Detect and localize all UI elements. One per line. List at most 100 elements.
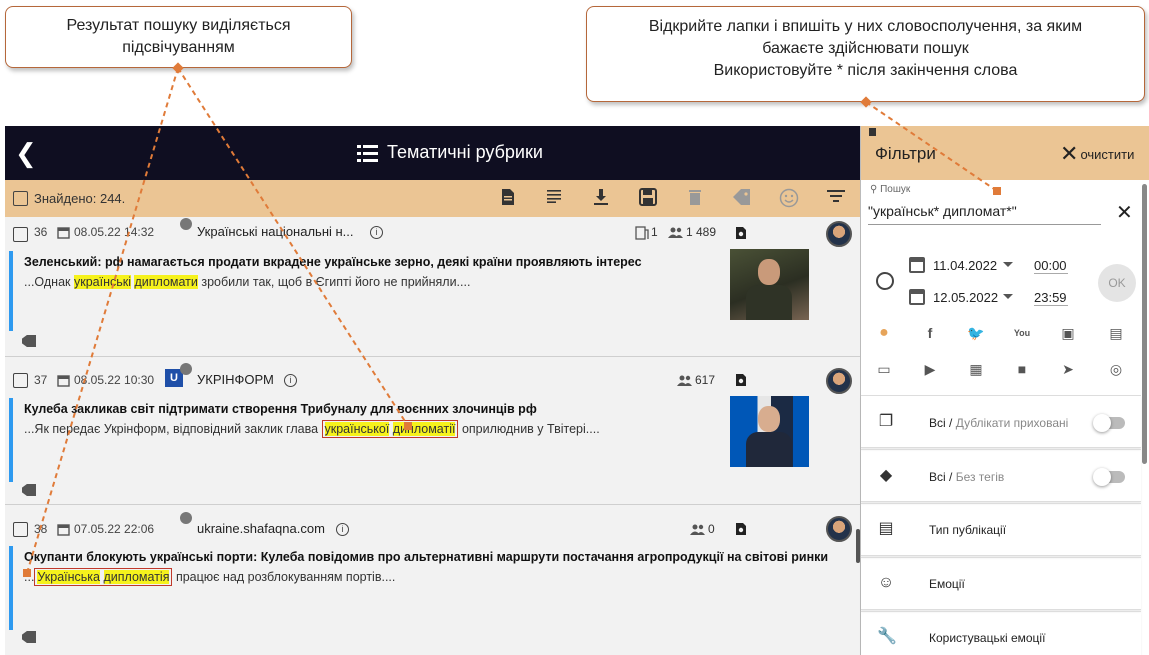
readers-count: 1 489 (686, 225, 717, 239)
history-icon[interactable] (876, 272, 894, 290)
emotion-icon[interactable] (778, 188, 800, 210)
save-icon[interactable] (637, 188, 659, 210)
youtube-icon[interactable]: You (1013, 324, 1031, 342)
tags-filter[interactable]: ◆ Всі / Без тегів (861, 449, 1141, 502)
item-checkbox[interactable] (13, 522, 28, 537)
custom-emotions-filter[interactable]: 🔧 Користувацькі емоції (861, 611, 1141, 655)
readers-icon (668, 227, 683, 238)
tags-toggle[interactable] (1093, 468, 1125, 486)
facebook-icon[interactable]: f (921, 324, 939, 342)
web-icon[interactable]: ● (875, 324, 893, 342)
tag-icon[interactable] (731, 188, 753, 210)
sort-icon[interactable] (825, 188, 847, 210)
item-date: 08.05.22 10:30 (74, 373, 155, 387)
search-highlight: Українська (37, 570, 101, 584)
person-card-icon[interactable]: ▣ (1059, 324, 1077, 342)
clear-filters-button[interactable]: ✕ очистити (1060, 141, 1134, 167)
avatar[interactable] (826, 221, 852, 247)
callout-search-note: Відкрийте лапки і впишіть у них словоспо… (586, 6, 1145, 102)
preview-icon[interactable] (735, 373, 747, 387)
chevron-down-icon[interactable] (1003, 262, 1013, 267)
back-button[interactable]: ❮ (15, 138, 41, 168)
emotions-filter[interactable]: ☺ Емоції (861, 557, 1141, 610)
readers-icon (677, 375, 692, 386)
item-checkbox[interactable] (13, 373, 28, 388)
info-icon[interactable]: i (284, 374, 297, 387)
item-source[interactable]: ukraine.shafaqna.com (197, 521, 325, 536)
date-from[interactable]: 11.04.2022 (933, 258, 997, 273)
info-icon[interactable]: i (370, 226, 383, 239)
filters-scrollbar[interactable] (1142, 184, 1147, 464)
article-thumbnail[interactable] (730, 249, 809, 320)
relevance-bar (9, 546, 13, 630)
highlight-frame: української дипломатії (321, 420, 459, 438)
callout-text: бажаєте здійснювати пошук (762, 40, 969, 57)
globe-icon (180, 363, 192, 375)
radio-icon[interactable]: ▦ (967, 360, 985, 378)
chevron-down-icon[interactable] (1003, 294, 1013, 299)
wrench-icon: 🔧 (877, 628, 897, 645)
calendar-icon (909, 257, 925, 273)
callout-text: підсвічуванням (122, 39, 235, 56)
forum-icon[interactable]: ■ (1013, 360, 1031, 378)
list-item[interactable]: 37 08.05.22 10:30 U УКРІНФОРМ i 617 Куле… (5, 358, 860, 505)
text-lines-icon[interactable] (544, 188, 566, 210)
duplicates-toggle[interactable] (1093, 414, 1125, 432)
duplicates-filter[interactable]: ❐ Всі / Дублікати приховані (861, 395, 1141, 448)
article-headline[interactable]: Кулеба закликав світ підтримати створенн… (24, 402, 537, 416)
tag-icon[interactable] (22, 631, 36, 643)
time-to[interactable]: 23:59 (1034, 290, 1068, 306)
ok-button[interactable]: OK (1098, 264, 1136, 302)
tag-icon[interactable] (22, 335, 36, 347)
tag-icon[interactable] (22, 484, 36, 496)
preview-icon[interactable] (735, 226, 747, 240)
duplicates-label: Всі / Дублікати приховані (929, 416, 1069, 430)
document-icon[interactable] (497, 188, 519, 210)
publication-type-filter[interactable]: ▤ Тип публікації (861, 503, 1141, 556)
delete-icon[interactable] (684, 188, 706, 210)
info-icon[interactable]: i (336, 523, 349, 536)
duplicates-icon (635, 226, 649, 240)
item-date: 08.05.22 14:32 (74, 225, 155, 239)
search-input[interactable]: "українськ* дипломат*" (868, 203, 1101, 225)
app-window: ❮ Тематичні рубрики Знайдено: 244. 36 08… (5, 126, 1149, 655)
list-item[interactable]: 36 08.05.22 14:32 Українські національні… (5, 217, 860, 357)
time-from[interactable]: 00:00 (1034, 258, 1068, 274)
clear-search-icon[interactable]: ✕ (1116, 200, 1133, 225)
filters-title: Фільтри (875, 144, 936, 163)
download-icon[interactable] (590, 188, 612, 210)
emotion-icon: ☺ (877, 574, 895, 591)
avatar[interactable] (826, 368, 852, 394)
search-highlight: дипломатія (103, 570, 170, 584)
pin-icon[interactable] (869, 128, 876, 136)
comment-icon[interactable]: ▭ (875, 360, 893, 378)
select-all-checkbox[interactable] (13, 191, 28, 206)
tv-icon[interactable]: ▶ (921, 360, 939, 378)
callout-text: Результат пошуку виділяється (66, 17, 291, 34)
search-label: ⚲ Пошук (870, 184, 911, 195)
date-to[interactable]: 12.05.2022 (933, 290, 998, 305)
item-source[interactable]: УКРІНФОРМ (197, 372, 274, 387)
instagram-icon[interactable]: ◎ (1107, 360, 1125, 378)
item-checkbox[interactable] (13, 227, 28, 242)
article-thumbnail[interactable] (730, 396, 809, 467)
relevance-bar (9, 251, 13, 331)
duplicates-icon: ❐ (878, 413, 894, 430)
newspaper-icon[interactable]: ▤ (1107, 324, 1125, 342)
search-icon: ⚲ (870, 184, 878, 195)
relevance-bar (9, 398, 13, 482)
twitter-icon[interactable]: 🐦 (967, 324, 985, 342)
telegram-icon[interactable]: ➤ (1059, 360, 1077, 378)
article-headline[interactable]: Зеленський: рф намагається продати вкрад… (24, 255, 642, 269)
article-snippet: ...Як передає Укрінформ, відповідний зак… (24, 420, 600, 438)
article-headline[interactable]: Окупанти блокують українські порти: Куле… (24, 550, 828, 564)
calendar-icon (57, 524, 70, 536)
item-source[interactable]: Українські національні н... (197, 224, 354, 239)
duplicates-count: 1 (651, 225, 658, 239)
avatar[interactable] (826, 516, 852, 542)
calendar-icon (57, 227, 70, 239)
results-count: Знайдено: 244. (34, 191, 126, 206)
preview-icon[interactable] (735, 522, 747, 536)
page-title-group: Тематичні рубрики (357, 142, 543, 163)
list-item[interactable]: 38 07.05.22 22:06 ukraine.shafaqna.com i… (5, 506, 860, 655)
